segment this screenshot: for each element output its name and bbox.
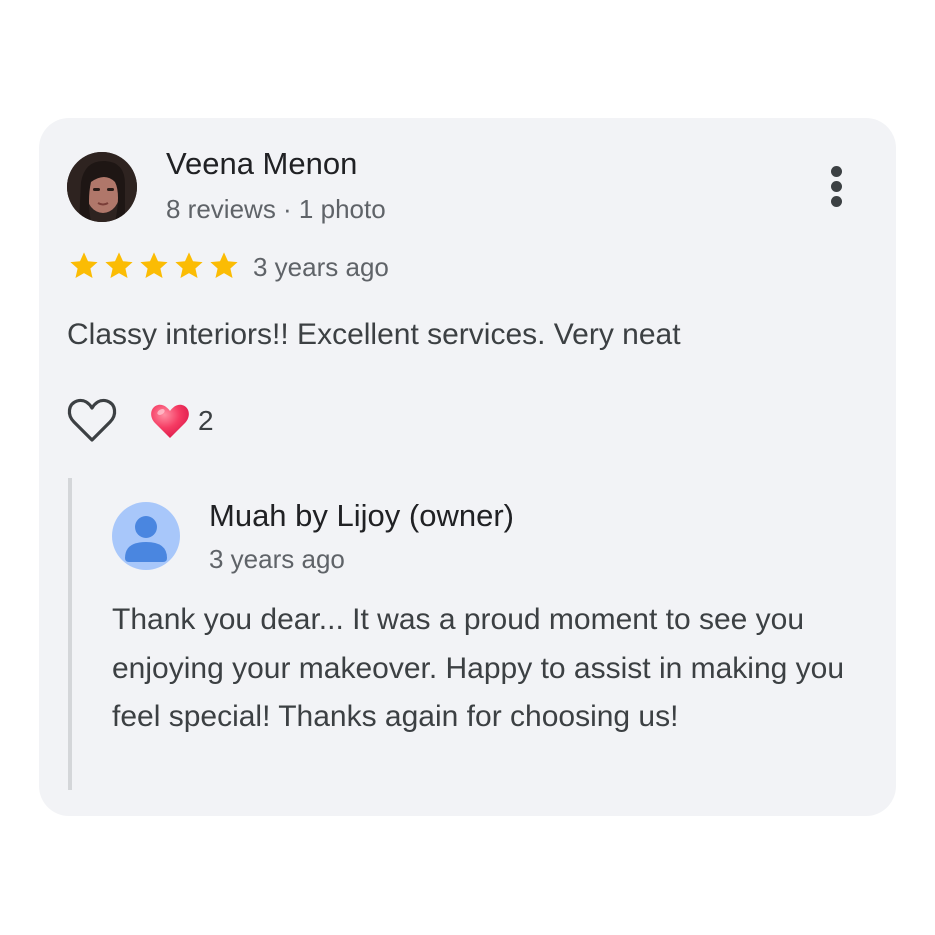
heart-outline-icon [67,398,117,442]
owner-reply-text: Thank you dear... It was a proud moment … [112,603,845,733]
reply-divider [68,478,72,790]
star-icon [140,252,168,278]
person-icon [125,516,167,562]
reviewer-name[interactable]: Veena Menon [166,146,357,182]
star-icon [210,252,238,278]
star-icon [175,252,203,278]
reviewer-meta: 8 reviews · 1 photo [166,194,386,224]
owner-avatar [112,502,180,570]
heart-filled-icon [151,404,189,438]
like-button[interactable] [66,396,118,444]
more-vert-icon [831,166,842,177]
review-text: Classy interiors!! Excellent services. V… [67,318,681,351]
heart-reaction[interactable]: 2 [150,401,214,441]
more-options-button[interactable] [825,162,849,210]
star-rating [67,250,241,282]
owner-reply-time: 3 years ago [209,544,345,574]
reaction-count: 2 [198,405,214,436]
review-card: Veena Menon 8 reviews · 1 photo 3 years … [39,118,896,816]
owner-name: Muah by Lijoy (owner) [209,498,514,533]
star-icon [105,252,133,278]
reviewer-avatar[interactable] [67,152,137,222]
star-icon [70,252,98,278]
review-time: 3 years ago [253,252,389,282]
